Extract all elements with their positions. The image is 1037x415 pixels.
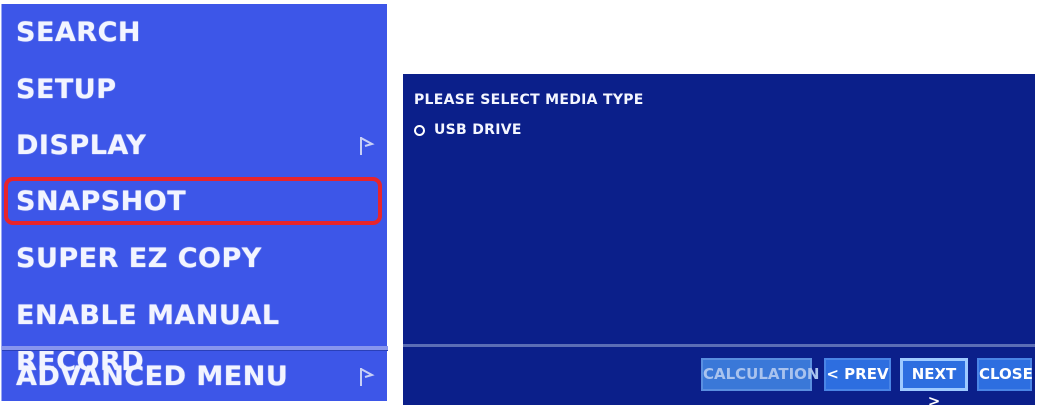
menu-item-label: ADVANCED MENU [16, 361, 289, 392]
media-option-label: USB DRIVE [434, 122, 522, 138]
dialog-divider [403, 344, 1035, 347]
menu-item-label: SEARCH [16, 17, 141, 48]
menu-item-label: DISPLAY [16, 130, 147, 161]
media-option-usb-drive[interactable]: USB DRIVE [414, 122, 522, 138]
menu-item-label: SNAPSHOT [16, 186, 187, 217]
radio-icon[interactable] [414, 124, 425, 136]
menu-item-display[interactable]: DISPLAY [2, 123, 388, 169]
calculation-button[interactable]: CALCULATION [701, 358, 819, 391]
menu-item-setup[interactable]: SETUP [2, 67, 388, 113]
media-type-dialog: PLEASE SELECT MEDIA TYPE USB DRIVE CALCU… [403, 74, 1035, 410]
next-button[interactable]: NEXT > [900, 358, 968, 410]
submenu-arrow-icon [360, 137, 375, 155]
menu-item-label: SUPER EZ COPY [16, 243, 262, 274]
prev-button[interactable]: < PREV [824, 358, 891, 391]
close-button[interactable]: CLOSE [977, 358, 1033, 391]
main-menu: SEARCH SETUP DISPLAY SNAPSHOT SUPER EZ C… [1, 4, 388, 401]
dialog-prompt: PLEASE SELECT MEDIA TYPE [414, 92, 644, 108]
menu-item-super-ez-copy[interactable]: SUPER EZ COPY [2, 236, 388, 282]
menu-item-snapshot[interactable]: SNAPSHOT [2, 179, 388, 225]
menu-divider [2, 346, 388, 351]
menu-item-advanced-menu[interactable]: ADVANCED MENU [2, 354, 388, 400]
submenu-arrow-icon [360, 368, 375, 386]
menu-item-enable-manual-record[interactable]: ENABLE MANUAL RECORD [2, 293, 388, 377]
menu-item-label: SETUP [16, 74, 117, 105]
menu-item-search[interactable]: SEARCH [2, 10, 388, 56]
